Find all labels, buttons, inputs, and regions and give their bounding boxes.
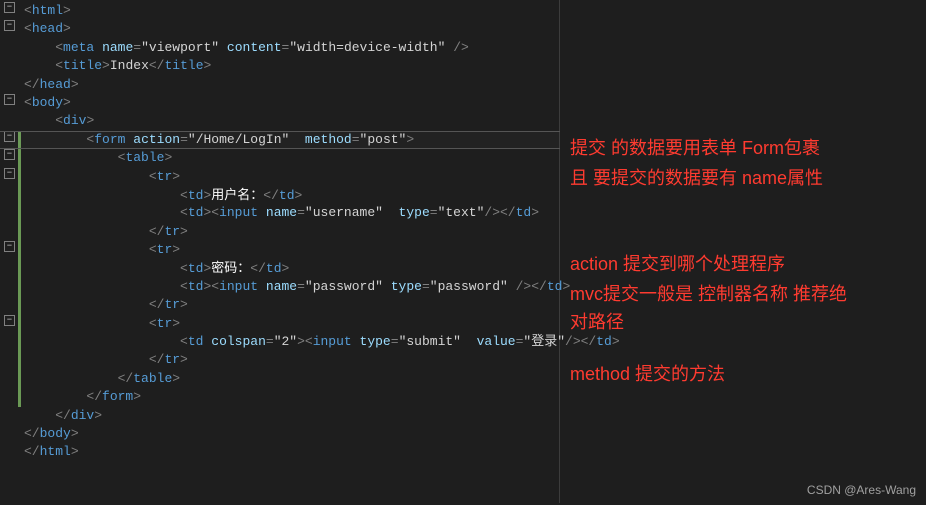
fold-minus-icon[interactable]: −: [4, 94, 15, 105]
annotation-mvc-1: mvc提交一般是 控制器名称 推荐绝: [570, 280, 847, 308]
fold-minus-icon[interactable]: −: [4, 20, 15, 31]
code-line[interactable]: </body>: [24, 425, 620, 443]
fold-minus-icon[interactable]: −: [4, 241, 15, 252]
annotation-form-wrap: 提交 的数据要用表单 Form包裹: [570, 134, 820, 162]
code-line[interactable]: </div>: [24, 407, 620, 425]
code-line[interactable]: <td><input name="password" type="passwor…: [24, 278, 620, 296]
code-line[interactable]: <html>: [24, 2, 620, 20]
code-area[interactable]: <html><head> <meta name="viewport" conte…: [24, 2, 620, 462]
code-line[interactable]: <meta name="viewport" content="width=dev…: [24, 39, 620, 57]
code-line[interactable]: <title>Index</title>: [24, 57, 620, 75]
fold-minus-icon[interactable]: −: [4, 149, 15, 160]
code-line[interactable]: <form action="/Home/LogIn" method="post"…: [24, 131, 620, 149]
code-line[interactable]: </tr>: [24, 296, 620, 314]
code-line[interactable]: </tr>: [24, 223, 620, 241]
code-line[interactable]: </html>: [24, 443, 620, 461]
code-line[interactable]: </head>: [24, 76, 620, 94]
code-line[interactable]: <td><input name="username" type="text"/>…: [24, 204, 620, 222]
code-line[interactable]: <body>: [24, 94, 620, 112]
code-line[interactable]: <td>密码：</td>: [24, 259, 620, 277]
annotation-mvc-2: 对路径: [570, 308, 624, 336]
watermark: CSDN @Ares-Wang: [807, 483, 916, 497]
fold-minus-icon[interactable]: −: [4, 315, 15, 326]
code-line[interactable]: <div>: [24, 112, 620, 130]
code-line[interactable]: <tr>: [24, 241, 620, 259]
code-line[interactable]: <head>: [24, 20, 620, 38]
code-line[interactable]: </tr>: [24, 351, 620, 369]
code-editor[interactable]: −−−−−−−− <html><head> <meta name="viewpo…: [0, 0, 560, 503]
annotation-method: method 提交的方法: [570, 360, 725, 388]
code-line[interactable]: </table>: [24, 370, 620, 388]
code-line[interactable]: </form>: [24, 388, 620, 406]
change-bar: [18, 131, 21, 407]
code-line[interactable]: <td colspan="2"><input type="submit" val…: [24, 333, 620, 351]
code-line[interactable]: <table>: [24, 149, 620, 167]
annotation-name-attr: 且 要提交的数据要有 name属性: [570, 164, 823, 192]
annotation-action: action 提交到哪个处理程序: [570, 250, 785, 278]
fold-minus-icon[interactable]: −: [4, 168, 15, 179]
fold-minus-icon[interactable]: −: [4, 2, 15, 13]
code-line[interactable]: <tr>: [24, 168, 620, 186]
code-line[interactable]: <tr>: [24, 315, 620, 333]
code-line[interactable]: <td>用户名：</td>: [24, 186, 620, 204]
